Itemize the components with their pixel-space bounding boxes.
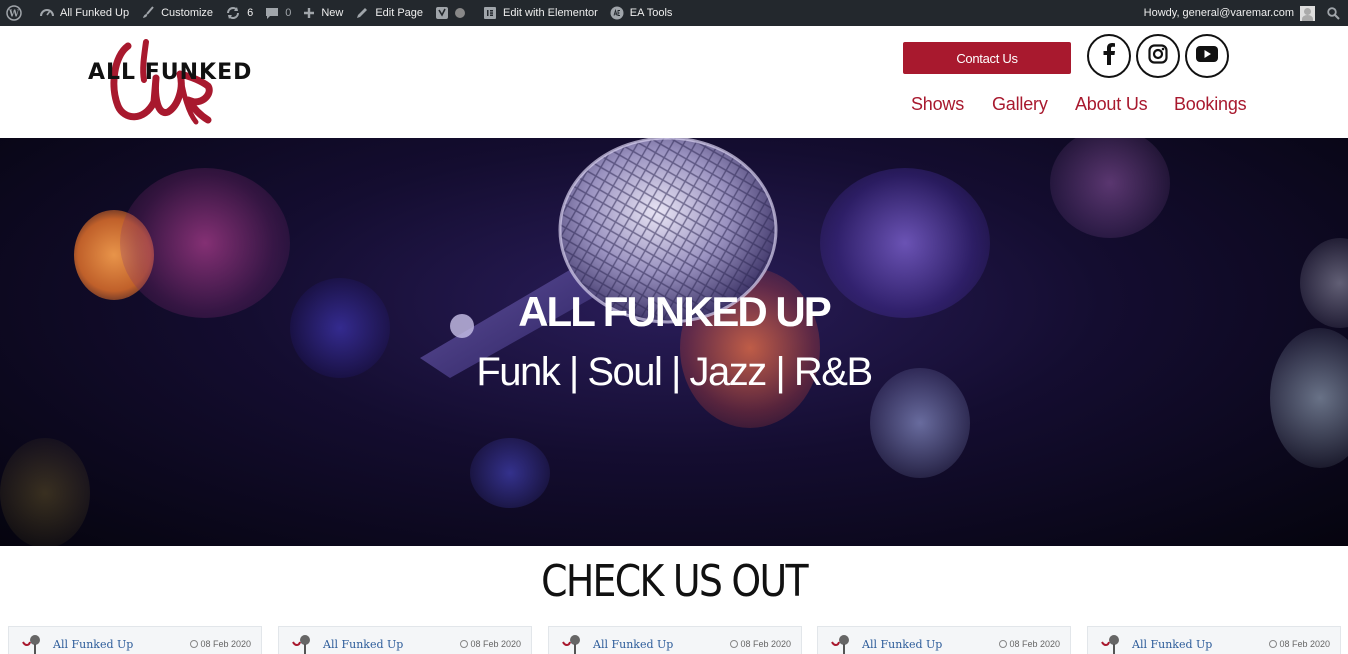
feed-card[interactable]: All Funked Up 08 Feb 2020 xyxy=(548,626,802,654)
nav-gallery[interactable]: Gallery xyxy=(992,94,1048,115)
card-date-text: 08 Feb 2020 xyxy=(1279,639,1330,649)
plus-icon xyxy=(303,7,315,19)
site-name: All Funked Up xyxy=(60,7,130,19)
comment-icon xyxy=(265,6,279,20)
hero-subtitle: Funk | Soul | Jazz | R&B xyxy=(476,350,873,394)
clock-icon xyxy=(190,640,199,648)
facebook-icon xyxy=(1102,42,1116,70)
card-avatar-icon xyxy=(830,632,852,654)
hero-title: ALL FUNKED UP xyxy=(518,288,832,335)
comments-count: 0 xyxy=(285,7,292,19)
contact-us-button[interactable]: Contact Us xyxy=(903,42,1071,74)
updates-link[interactable]: 6 xyxy=(219,0,259,26)
card-date-text: 08 Feb 2020 xyxy=(200,639,251,649)
howdy-text: Howdy, general@varemar.com xyxy=(1143,7,1294,19)
clock-icon xyxy=(460,640,469,648)
ea-tools-icon xyxy=(610,6,624,20)
user-avatar-icon xyxy=(1300,5,1315,21)
wordpress-logo-icon: W xyxy=(6,5,22,21)
youtube-link[interactable] xyxy=(1185,34,1229,78)
ea-tools-label: EA Tools xyxy=(629,7,673,19)
card-author[interactable]: All Funked Up xyxy=(1132,638,1212,651)
yoast-icon xyxy=(435,6,449,20)
wp-admin-bar: W All Funked Up Customize 6 0 New Edit P… xyxy=(0,0,1348,26)
new-content-link[interactable]: New xyxy=(297,0,349,26)
my-account-link[interactable]: Howdy, general@varemar.com xyxy=(1138,0,1321,26)
updates-icon xyxy=(225,6,241,20)
card-date: 08 Feb 2020 xyxy=(730,639,791,649)
site-logo[interactable]: ALL FUNKED xyxy=(84,36,254,128)
ea-tools-link[interactable]: EA Tools xyxy=(604,0,679,26)
logo-text: ALL FUNKED xyxy=(88,60,253,85)
edit-page-link[interactable]: Edit Page xyxy=(349,0,429,26)
svg-text:W: W xyxy=(8,10,20,20)
customize-link[interactable]: Customize xyxy=(135,0,219,26)
nav-about-us[interactable]: About Us xyxy=(1075,94,1148,115)
card-avatar-icon xyxy=(291,632,313,654)
hero-banner: ALL FUNKED UP Funk | Soul | Jazz | R&B xyxy=(0,138,1348,546)
card-date: 08 Feb 2020 xyxy=(1269,639,1330,649)
dashboard-icon xyxy=(40,6,54,20)
edit-page-label: Edit Page xyxy=(375,7,424,19)
elementor-label: Edit with Elementor xyxy=(503,7,598,19)
feed-card[interactable]: All Funked Up 08 Feb 2020 xyxy=(1087,626,1341,654)
nav-bookings[interactable]: Bookings xyxy=(1174,94,1247,115)
check-us-out-heading: CHECK US OUT xyxy=(541,556,808,607)
yoast-menu[interactable] xyxy=(429,0,477,26)
site-name-link[interactable]: All Funked Up xyxy=(34,0,135,26)
comments-link[interactable]: 0 xyxy=(259,0,297,26)
clock-icon xyxy=(730,640,739,648)
clock-icon xyxy=(999,640,1008,648)
card-author[interactable]: All Funked Up xyxy=(862,638,942,651)
clock-icon xyxy=(1269,640,1278,648)
card-date-text: 08 Feb 2020 xyxy=(1009,639,1060,649)
updates-count: 6 xyxy=(247,7,254,19)
microphone-image xyxy=(420,138,778,378)
card-avatar-icon xyxy=(561,632,583,654)
card-author[interactable]: All Funked Up xyxy=(593,638,673,651)
new-label: New xyxy=(321,7,344,19)
brush-icon xyxy=(141,6,155,20)
card-avatar-icon xyxy=(1100,632,1122,654)
feed-card[interactable]: All Funked Up 08 Feb 2020 xyxy=(278,626,532,654)
card-date: 08 Feb 2020 xyxy=(190,639,251,649)
site-header: ALL FUNKED Contact Us Shows Gallery Abou… xyxy=(0,26,1348,138)
card-date-text: 08 Feb 2020 xyxy=(740,639,791,649)
elementor-icon xyxy=(483,6,497,20)
wordpress-menu[interactable]: W xyxy=(0,0,34,26)
instagram-icon xyxy=(1148,43,1168,69)
card-date: 08 Feb 2020 xyxy=(999,639,1060,649)
elementor-link[interactable]: Edit with Elementor xyxy=(477,0,604,26)
customize-label: Customize xyxy=(161,7,214,19)
card-author[interactable]: All Funked Up xyxy=(323,638,403,651)
instagram-link[interactable] xyxy=(1136,34,1180,78)
feed-card[interactable]: All Funked Up 08 Feb 2020 xyxy=(8,626,262,654)
card-date: 08 Feb 2020 xyxy=(460,639,521,649)
card-author[interactable]: All Funked Up xyxy=(53,638,133,651)
pencil-icon xyxy=(355,6,369,20)
search-icon xyxy=(1327,6,1340,20)
feed-card[interactable]: All Funked Up 08 Feb 2020 xyxy=(817,626,1071,654)
card-date-text: 08 Feb 2020 xyxy=(470,639,521,649)
nav-shows[interactable]: Shows xyxy=(911,94,964,115)
facebook-link[interactable] xyxy=(1087,34,1131,78)
seo-status-dot-icon xyxy=(455,8,466,18)
card-avatar-icon xyxy=(21,632,43,654)
social-feed: All Funked Up 08 Feb 2020 All Funked Up … xyxy=(0,626,1348,654)
youtube-icon xyxy=(1196,45,1218,67)
admin-search-button[interactable] xyxy=(1321,0,1348,26)
